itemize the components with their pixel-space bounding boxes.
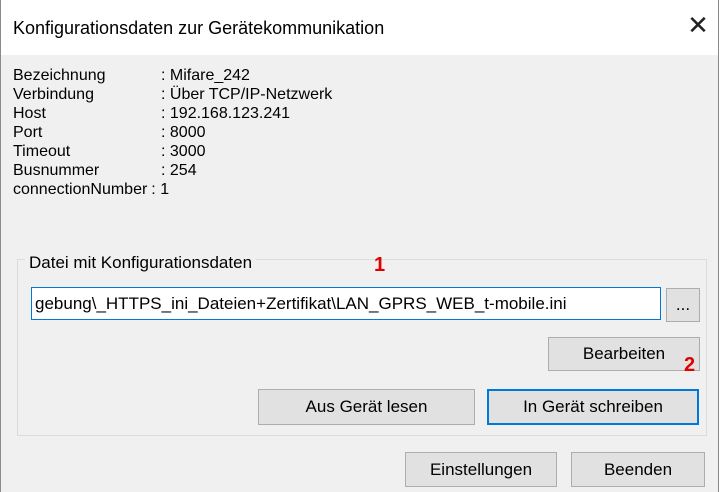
- info-label: Timeout: [13, 143, 71, 160]
- info-label: Bezeichnung: [13, 67, 106, 84]
- info-row-timeout: Timeout : 3000: [13, 142, 332, 161]
- info-row-connection-number: connectionNumber : 1: [13, 180, 332, 199]
- window-title: Konfigurationsdaten zur Gerätekommunikat…: [13, 18, 385, 38]
- info-value: : 192.168.123.241: [161, 105, 291, 122]
- info-value: : 254: [161, 162, 197, 179]
- group-caption: Datei mit Konfigurationsdaten: [25, 253, 257, 273]
- settings-button[interactable]: Einstellungen: [405, 452, 557, 487]
- info-value: : 1: [151, 181, 170, 198]
- annotation-marker-2: 2: [684, 354, 696, 376]
- info-label: Busnummer: [13, 162, 100, 179]
- info-label: Port: [13, 124, 43, 141]
- write-to-device-button[interactable]: In Gerät schreiben: [487, 389, 699, 425]
- info-row-bezeichnung: Bezeichnung : Mifare_242: [13, 66, 332, 85]
- close-icon[interactable]: ✕: [684, 12, 712, 40]
- exit-button[interactable]: Beenden: [571, 452, 705, 487]
- config-file-path-input[interactable]: gebung\_HTTPS_ini_Dateien+Zertifikat\LAN…: [31, 287, 661, 320]
- info-row-port: Port : 8000: [13, 123, 332, 142]
- connection-info: Bezeichnung : Mifare_242 Verbindung : Üb…: [13, 66, 332, 199]
- info-row-host: Host : 192.168.123.241: [13, 104, 332, 123]
- edit-button[interactable]: Bearbeiten: [548, 337, 700, 371]
- title-bar: Konfigurationsdaten zur Gerätekommunikat…: [1, 0, 718, 55]
- info-value: : Über TCP/IP-Netzwerk: [161, 86, 333, 103]
- info-row-verbindung: Verbindung : Über TCP/IP-Netzwerk: [13, 85, 332, 104]
- info-value: : 8000: [161, 124, 206, 141]
- annotation-marker-1: 1: [374, 254, 386, 276]
- info-label: Host: [13, 105, 46, 122]
- read-from-device-button[interactable]: Aus Gerät lesen: [258, 389, 475, 425]
- info-value: : Mifare_242: [161, 67, 250, 84]
- info-row-busnummer: Busnummer : 254: [13, 161, 332, 180]
- browse-button[interactable]: ...: [666, 288, 700, 322]
- info-value: : 3000: [161, 143, 206, 160]
- info-label: connectionNumber: [13, 181, 148, 198]
- config-dialog: Konfigurationsdaten zur Gerätekommunikat…: [0, 0, 719, 492]
- info-label: Verbindung: [13, 86, 94, 103]
